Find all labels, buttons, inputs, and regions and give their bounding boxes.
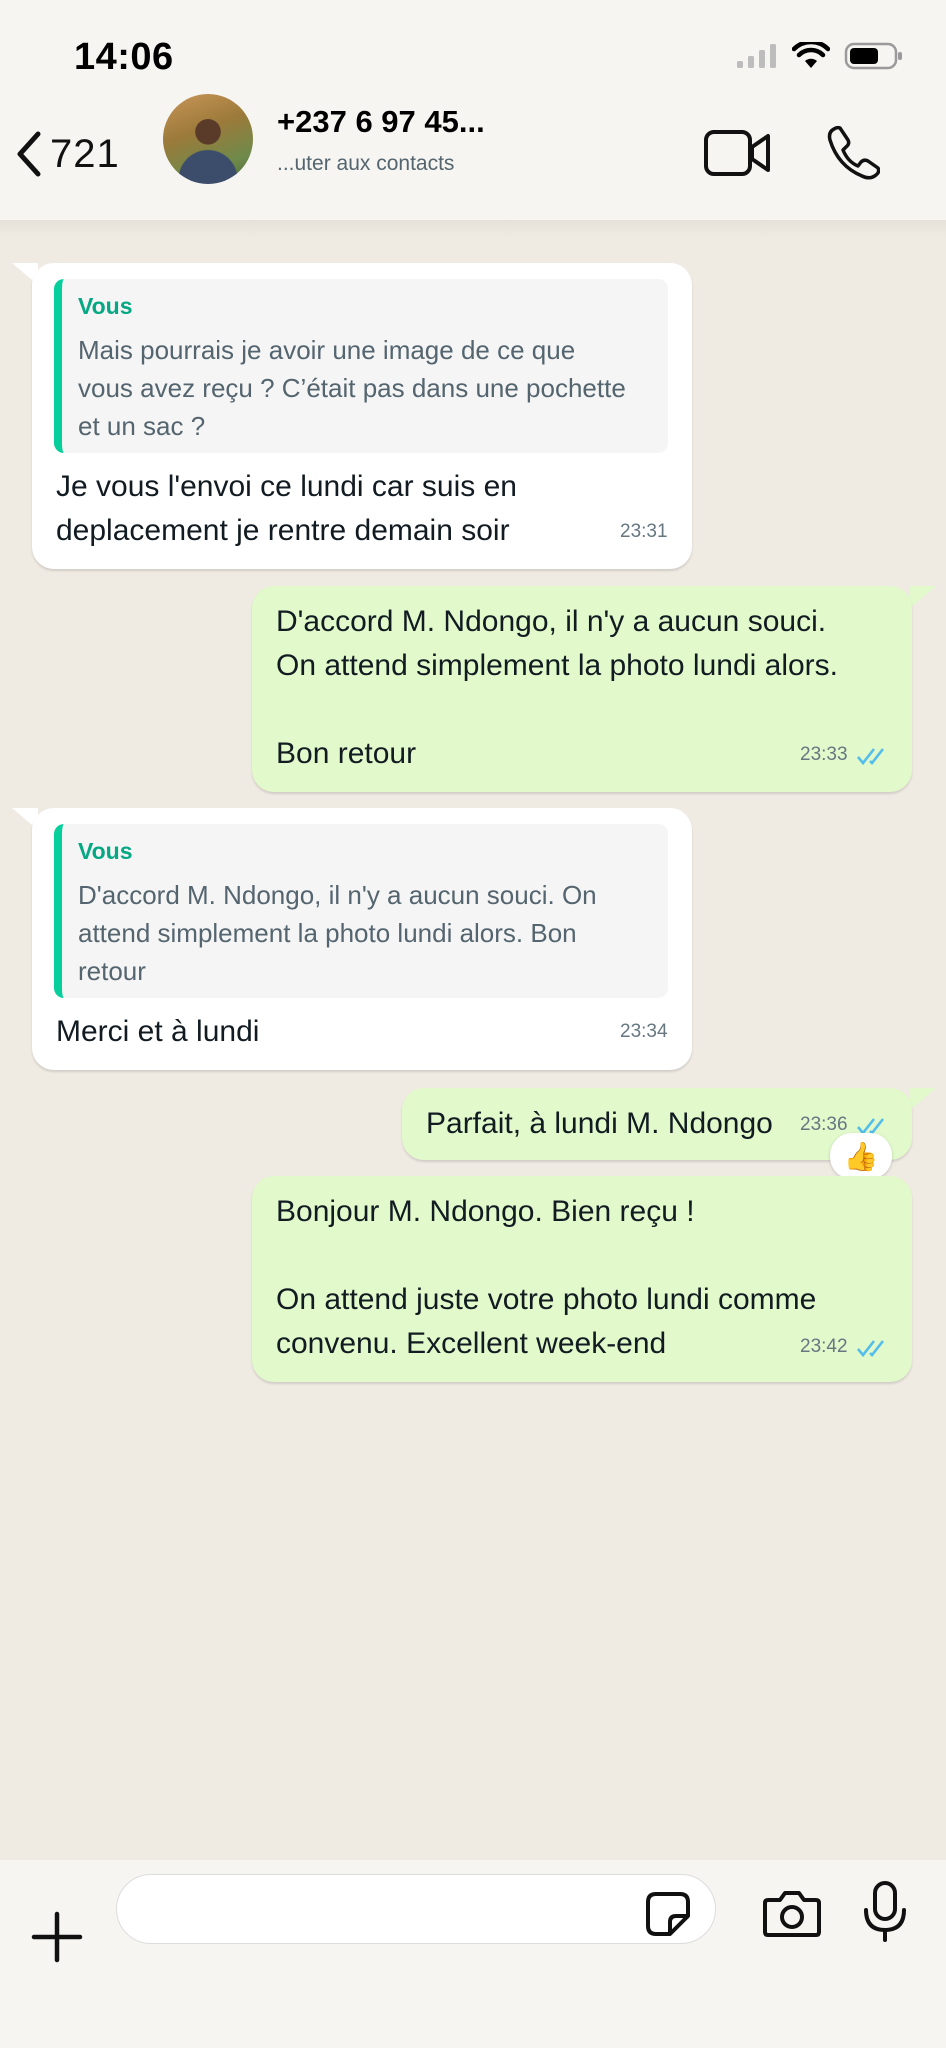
status-icons bbox=[736, 42, 904, 70]
composer-bar bbox=[0, 1860, 946, 2048]
quote-author: Vous bbox=[78, 838, 133, 864]
quote-text: D'accord M. Ndongo, il n'y a aucun souci… bbox=[78, 880, 597, 986]
message-time: 23:36 bbox=[800, 1114, 848, 1135]
unread-count: 721 bbox=[50, 131, 120, 176]
chevron-left-icon bbox=[17, 131, 41, 177]
message-bubble-outgoing[interactable]: D'accord M. Ndongo, il n'y a aucun souci… bbox=[252, 586, 912, 792]
message-text: D'accord M. Ndongo, il n'y a aucun souci… bbox=[276, 605, 838, 770]
contact-subtitle[interactable]: ...uter aux contacts bbox=[277, 152, 454, 176]
voice-call-button[interactable] bbox=[826, 124, 881, 185]
quote-text: Mais pourrais je avoir une image de ce q… bbox=[78, 335, 626, 441]
message-input[interactable] bbox=[116, 1874, 716, 1944]
message-text: Bonjour M. Ndongo. Bien reçu ! On attend… bbox=[276, 1195, 817, 1360]
bubble-tail bbox=[910, 586, 936, 608]
attach-button[interactable] bbox=[30, 1910, 84, 1969]
microphone-button[interactable] bbox=[862, 1880, 908, 1949]
status-time: 14:06 bbox=[74, 36, 174, 78]
message-bubble-incoming[interactable]: Vous Mais pourrais je avoir une image de… bbox=[32, 263, 692, 569]
sticker-icon bbox=[646, 1892, 690, 1936]
camera-button[interactable] bbox=[762, 1888, 822, 1943]
bubble-tail bbox=[910, 1088, 936, 1110]
back-button[interactable]: 721 bbox=[14, 130, 120, 178]
chat-header: 721 +237 6 97 45... ...uter aux contacts bbox=[0, 90, 946, 220]
thumbs-up-icon: 👍 bbox=[843, 1140, 879, 1172]
quote-author: Vous bbox=[78, 293, 133, 319]
header-divider bbox=[0, 220, 946, 238]
message-bubble-incoming[interactable]: Vous D'accord M. Ndongo, il n'y a aucun … bbox=[32, 808, 692, 1070]
message-text: Merci et à lundi bbox=[56, 1015, 260, 1048]
contact-name[interactable]: +237 6 97 45... bbox=[277, 104, 485, 140]
message-text: Je vous l'envoi ce lundi car suis en dep… bbox=[56, 470, 517, 547]
reaction-badge[interactable]: 👍 bbox=[830, 1133, 892, 1179]
message-time: 23:33 bbox=[800, 744, 848, 765]
wifi-icon bbox=[792, 42, 830, 68]
chat-screen: 14:06 721 +237 6 97 45... ...uter aux co… bbox=[0, 0, 946, 2048]
sticker-button[interactable] bbox=[644, 1890, 692, 1943]
message-time: 23:31 bbox=[620, 521, 668, 542]
quoted-message[interactable]: Vous Mais pourrais je avoir une image de… bbox=[54, 279, 668, 453]
status-bar: 14:06 bbox=[0, 0, 946, 90]
battery-icon bbox=[844, 42, 902, 70]
cellular-signal-icon bbox=[737, 44, 776, 68]
message-bubble-outgoing[interactable]: Bonjour M. Ndongo. Bien reçu ! On attend… bbox=[252, 1176, 912, 1382]
read-receipt-icon bbox=[857, 1340, 885, 1358]
plus-icon bbox=[31, 1911, 83, 1963]
avatar[interactable] bbox=[163, 94, 253, 184]
camera-icon bbox=[763, 1891, 821, 1937]
phone-icon bbox=[827, 125, 881, 180]
message-text: Parfait, à lundi M. Ndongo bbox=[426, 1107, 773, 1140]
message-time: 23:34 bbox=[620, 1021, 668, 1042]
quoted-message[interactable]: Vous D'accord M. Ndongo, il n'y a aucun … bbox=[54, 824, 668, 998]
video-call-icon bbox=[704, 130, 770, 176]
microphone-icon bbox=[864, 1881, 906, 1942]
video-call-button[interactable] bbox=[703, 128, 771, 183]
read-receipt-icon bbox=[857, 748, 885, 766]
message-time: 23:42 bbox=[800, 1336, 848, 1357]
